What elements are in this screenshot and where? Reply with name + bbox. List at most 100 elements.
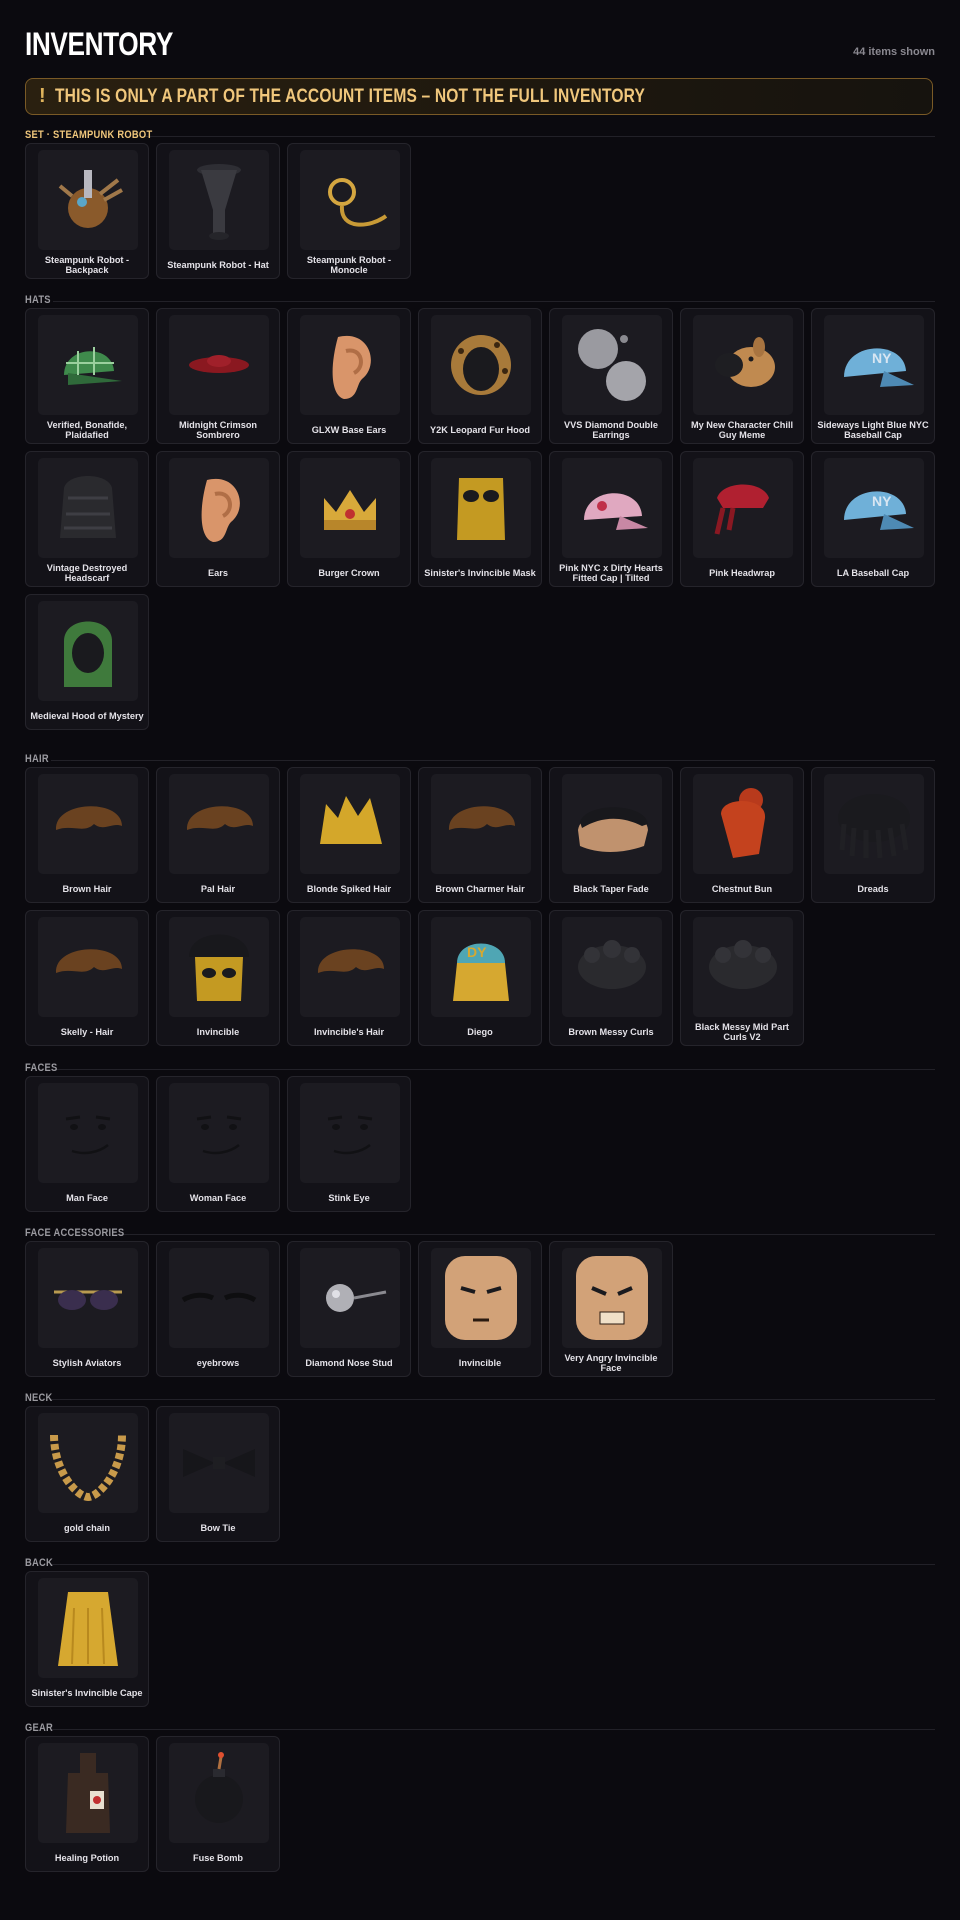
item-card[interactable]: GLXW Base Ears bbox=[287, 308, 411, 444]
item-card[interactable]: Black Taper Fade bbox=[549, 767, 673, 903]
section-header: NECK bbox=[25, 1392, 935, 1406]
item-card[interactable]: DY Diego bbox=[418, 910, 542, 1046]
svg-text:NY: NY bbox=[872, 493, 892, 509]
plaid-cap-icon bbox=[38, 315, 138, 415]
item-name: Verified, Bonafide, Plaidafied bbox=[46, 419, 128, 441]
item-card[interactable]: Chestnut Bun bbox=[680, 767, 804, 903]
item-card[interactable]: Steampunk Robot - Hat bbox=[156, 143, 280, 279]
item-name: Invincible bbox=[458, 1357, 502, 1368]
item-grid: Brown Hair Pal Hair Blonde Spiked Hair Brow… bbox=[25, 767, 935, 1046]
item-card[interactable]: eyebrows bbox=[156, 1241, 280, 1377]
item-card[interactable]: Dreads bbox=[811, 767, 935, 903]
item-card[interactable]: Very Angry Invincible Face bbox=[549, 1241, 673, 1377]
item-name: Brown Charmer Hair bbox=[435, 883, 525, 894]
item-name: Woman Face bbox=[189, 1192, 247, 1203]
item-card[interactable]: Healing Potion bbox=[25, 1736, 149, 1872]
item-name: Fuse Bomb bbox=[192, 1852, 244, 1863]
item-name: Sinister's Invincible Mask bbox=[424, 567, 536, 578]
fitted-cap-icon bbox=[562, 458, 662, 558]
item-card[interactable]: Sinister's Invincible Cape bbox=[25, 1571, 149, 1707]
cape-icon bbox=[38, 1578, 138, 1678]
section-label: GEAR bbox=[25, 1722, 54, 1734]
item-card[interactable]: Medieval Hood of Mystery bbox=[25, 594, 149, 730]
item-card[interactable]: Sinister's Invincible Mask bbox=[418, 451, 542, 587]
page-title: INVENTORY bbox=[25, 26, 173, 62]
item-name: Sideways Light Blue NYC Baseball Cap bbox=[817, 419, 929, 441]
item-name: Dreads bbox=[857, 883, 889, 894]
item-card[interactable]: Burger Crown bbox=[287, 451, 411, 587]
item-name: My New Character Chill Guy Meme bbox=[690, 419, 794, 441]
item-card[interactable]: Verified, Bonafide, Plaidafied bbox=[25, 308, 149, 444]
section-header: FACES bbox=[25, 1062, 935, 1076]
item-name: Diego bbox=[467, 1026, 493, 1037]
item-name: Sinister's Invincible Cape bbox=[31, 1687, 143, 1698]
inventory-page: INVENTORY 44 items shown ! THIS IS ONLY … bbox=[25, 0, 935, 1872]
hair-icon bbox=[300, 917, 400, 1017]
item-name: LA Baseball Cap bbox=[836, 567, 910, 578]
hair-icon bbox=[169, 774, 269, 874]
hair-icon bbox=[431, 774, 531, 874]
item-name: Very Angry Invincible Face bbox=[564, 1352, 658, 1374]
item-card[interactable]: Invincible's Hair bbox=[287, 910, 411, 1046]
item-card[interactable]: Fuse Bomb bbox=[156, 1736, 280, 1872]
item-card[interactable]: Steampunk Robot - Backpack bbox=[25, 143, 149, 279]
item-name: Black Messy Mid Part Curls V2 bbox=[695, 1021, 789, 1043]
item-card[interactable]: Blonde Spiked Hair bbox=[287, 767, 411, 903]
item-name: Invincible bbox=[196, 1026, 240, 1037]
section-label: FACE ACCESSORIES bbox=[25, 1227, 125, 1239]
item-name: Stylish Aviators bbox=[52, 1357, 122, 1368]
item-card[interactable]: Diamond Nose Stud bbox=[287, 1241, 411, 1377]
item-card[interactable]: Invincible bbox=[156, 910, 280, 1046]
svg-text:DY: DY bbox=[467, 944, 487, 960]
item-card[interactable]: Skelly - Hair bbox=[25, 910, 149, 1046]
item-card[interactable]: Brown Messy Curls bbox=[549, 910, 673, 1046]
item-name: Brown Hair bbox=[62, 883, 112, 894]
section-header: BACK bbox=[25, 1557, 935, 1571]
dreads-icon bbox=[824, 774, 924, 874]
item-card[interactable]: NY LA Baseball Cap bbox=[811, 451, 935, 587]
top-hat-icon bbox=[169, 150, 269, 250]
item-card[interactable]: Pink NYC x Dirty Hearts Fitted Cap | Til… bbox=[549, 451, 673, 587]
section-divider bbox=[25, 1729, 935, 1730]
section-back: BACK Sinister's Invincible Cape bbox=[25, 1557, 935, 1707]
item-card[interactable]: Black Messy Mid Part Curls V2 bbox=[680, 910, 804, 1046]
curls-icon bbox=[562, 917, 662, 1017]
section-header: HATS bbox=[25, 294, 935, 308]
section-neck: NECK gold chain Bow Tie bbox=[25, 1392, 935, 1542]
item-card[interactable]: Pal Hair bbox=[156, 767, 280, 903]
section-hats: HATS Verified, Bonafide, Plaidafied Midnig… bbox=[25, 294, 935, 730]
item-grid: Man Face Woman Face Stink Eye bbox=[25, 1076, 935, 1212]
item-card[interactable]: Invincible bbox=[418, 1241, 542, 1377]
item-card[interactable]: Stylish Aviators bbox=[25, 1241, 149, 1377]
sombrero-icon bbox=[169, 315, 269, 415]
item-card[interactable]: Brown Charmer Hair bbox=[418, 767, 542, 903]
curls-icon bbox=[693, 917, 793, 1017]
item-card[interactable]: Brown Hair bbox=[25, 767, 149, 903]
ear-icon bbox=[300, 315, 400, 415]
face-icon bbox=[38, 1083, 138, 1183]
item-card[interactable]: Ears bbox=[156, 451, 280, 587]
item-grid: gold chain Bow Tie bbox=[25, 1406, 935, 1542]
item-name: eyebrows bbox=[196, 1357, 240, 1368]
potion-icon bbox=[38, 1743, 138, 1843]
item-card[interactable]: Vintage Destroyed Headscarf bbox=[25, 451, 149, 587]
steampunk-backpack-icon bbox=[38, 150, 138, 250]
item-card[interactable]: Woman Face bbox=[156, 1076, 280, 1212]
item-card[interactable]: Midnight Crimson Sombrero bbox=[156, 308, 280, 444]
spiked-hair-icon bbox=[300, 774, 400, 874]
item-card[interactable]: gold chain bbox=[25, 1406, 149, 1542]
item-card[interactable]: Steampunk Robot - Monocle bbox=[287, 143, 411, 279]
diamond-earrings-icon bbox=[562, 315, 662, 415]
item-card[interactable]: Bow Tie bbox=[156, 1406, 280, 1542]
item-card[interactable]: My New Character Chill Guy Meme bbox=[680, 308, 804, 444]
item-card[interactable]: Pink Headwrap bbox=[680, 451, 804, 587]
warning-text: THIS IS ONLY A PART OF THE ACCOUNT ITEMS… bbox=[54, 85, 645, 107]
section-header: SET · STEAMPUNK ROBOT bbox=[25, 129, 935, 143]
item-card[interactable]: VVS Diamond Double Earrings bbox=[549, 308, 673, 444]
item-name: Black Taper Fade bbox=[573, 883, 649, 894]
item-card[interactable]: NY Sideways Light Blue NYC Baseball Cap bbox=[811, 308, 935, 444]
item-card[interactable]: Man Face bbox=[25, 1076, 149, 1212]
item-card[interactable]: Y2K Leopard Fur Hood bbox=[418, 308, 542, 444]
item-card[interactable]: Stink Eye bbox=[287, 1076, 411, 1212]
section-divider bbox=[25, 1564, 935, 1565]
